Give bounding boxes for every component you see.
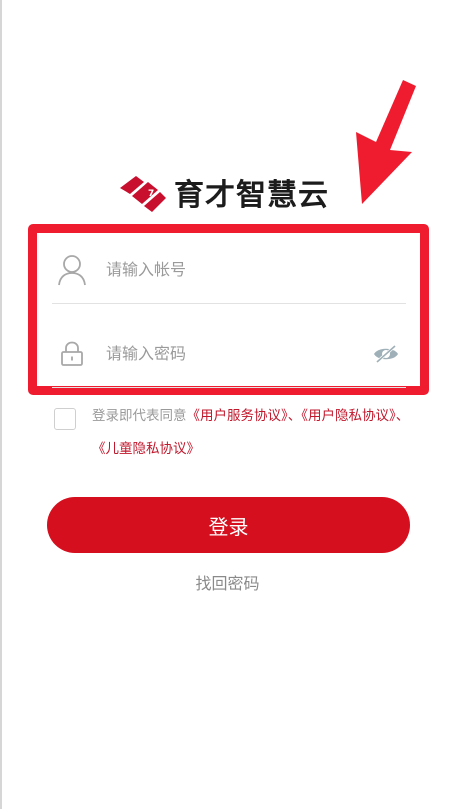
account-input[interactable] <box>106 260 406 279</box>
logo-text: 育才智慧云 <box>174 178 329 213</box>
logo-mark-icon: 7 <box>120 176 166 212</box>
user-service-agreement-link[interactable]: 《用户服务协议》 <box>187 408 288 424</box>
agreement-checkbox[interactable] <box>54 408 76 430</box>
eye-hidden-icon[interactable] <box>372 344 400 364</box>
login-page: 7 育才智慧云 请输入帐号 登录即代表同意《用户服务协议》、《用户隐私协议》、《… <box>0 0 455 809</box>
user-icon <box>54 252 90 288</box>
password-input[interactable] <box>106 344 372 363</box>
app-logo: 7 育才智慧云 <box>118 172 329 213</box>
lock-icon <box>54 336 90 372</box>
arrow-annotation-icon <box>356 80 416 204</box>
forgot-password-link[interactable]: 找回密码 <box>0 570 455 594</box>
account-field[interactable] <box>52 236 406 304</box>
password-field[interactable] <box>52 320 406 388</box>
window-edge <box>0 0 2 809</box>
agreement-separator: 、 <box>395 408 410 424</box>
login-button[interactable]: 登录 <box>47 497 410 553</box>
agreement-text: 登录即代表同意《用户服务协议》、《用户隐私协议》、《儿童隐私协议》 <box>92 400 424 466</box>
agreement-prefix: 登录即代表同意 <box>92 408 187 424</box>
agreement-separator: 、 <box>287 408 302 424</box>
agreement-row: 登录即代表同意《用户服务协议》、《用户隐私协议》、《儿童隐私协议》 <box>54 404 424 466</box>
user-privacy-agreement-link[interactable]: 《用户隐私协议》 <box>301 408 396 424</box>
svg-text:7: 7 <box>148 189 154 199</box>
child-privacy-agreement-link[interactable]: 《儿童隐私协议》 <box>92 441 200 457</box>
